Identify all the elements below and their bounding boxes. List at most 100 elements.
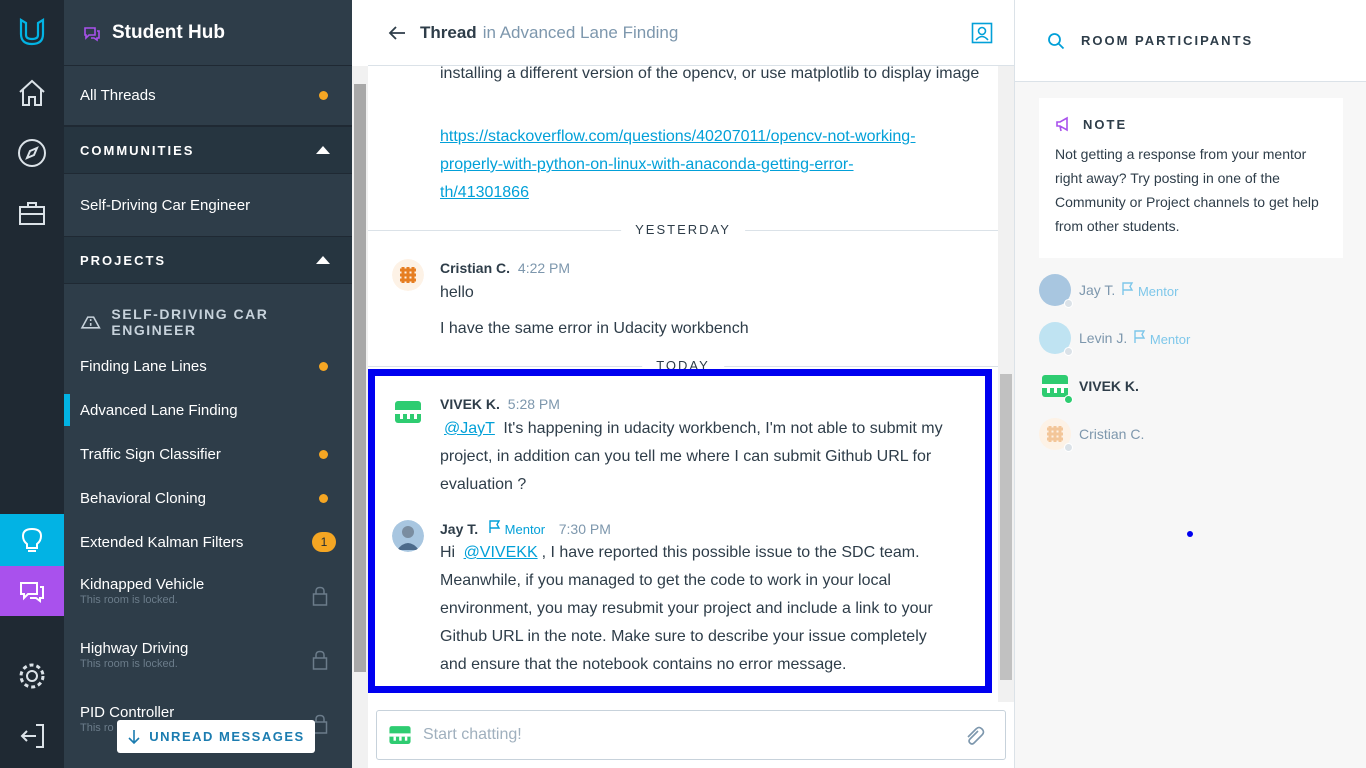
active-indicator bbox=[64, 394, 70, 426]
message-body: Hi @VIVEKK, I have reported this possibl… bbox=[440, 544, 933, 673]
arrow-down-icon bbox=[128, 729, 140, 744]
unread-dot bbox=[319, 493, 328, 503]
avatar bbox=[1039, 274, 1073, 308]
sidebar-header: Student Hub bbox=[64, 0, 352, 66]
mention-link[interactable]: @JayT bbox=[440, 420, 499, 437]
locked-note: This ro bbox=[80, 722, 114, 734]
date-separator: TODAY bbox=[368, 357, 998, 377]
unread-messages-button[interactable]: UNREAD MESSAGES bbox=[117, 720, 315, 753]
status-dot bbox=[1064, 299, 1073, 308]
participant-name: Levin J. bbox=[1079, 330, 1128, 346]
status-dot bbox=[1064, 395, 1073, 404]
scrollbar-thumb[interactable] bbox=[354, 84, 366, 672]
student-hub-icon bbox=[84, 26, 100, 41]
user-avatar-icon bbox=[389, 726, 411, 744]
chat-input[interactable] bbox=[423, 726, 943, 744]
message-text: I have the same error in Udacity workben… bbox=[440, 320, 749, 337]
gear-icon[interactable] bbox=[0, 646, 64, 706]
note-header: NOTE bbox=[1055, 116, 1327, 132]
participant-name: Jay T. bbox=[1079, 282, 1116, 298]
status-dot bbox=[1064, 347, 1073, 356]
sidebar-item-finding-lane-lines[interactable]: Finding Lane Lines bbox=[64, 344, 352, 388]
udacity-logo-icon[interactable] bbox=[0, 2, 64, 62]
sidebar-item-label: Self-Driving Car Engineer bbox=[80, 196, 251, 214]
mention-link[interactable]: @VIVEKK bbox=[460, 544, 542, 561]
lightbulb-icon[interactable] bbox=[0, 514, 64, 566]
scrollbar-thumb[interactable] bbox=[1000, 374, 1012, 680]
avatar[interactable] bbox=[392, 396, 424, 428]
caret-up-icon bbox=[316, 146, 330, 154]
timestamp: 7:30 PM bbox=[558, 521, 611, 537]
participant-name: VIVEK K. bbox=[1079, 378, 1139, 394]
thread-scrollbar[interactable] bbox=[998, 66, 1014, 702]
message-text: installing a different version of the op… bbox=[440, 66, 980, 82]
avatar bbox=[1039, 322, 1073, 356]
sidebar-item-label: All Threads bbox=[80, 87, 156, 104]
message-meta: VIVEK K. 5:28 PM bbox=[440, 396, 560, 412]
sidebar-item-highway-driving[interactable]: Highway Driving This room is locked. bbox=[64, 628, 352, 692]
sidebar: Student Hub All Threads COMMUNITIES Self… bbox=[64, 0, 352, 768]
avatar bbox=[1039, 418, 1073, 452]
communities-header[interactable]: COMMUNITIES bbox=[64, 126, 352, 174]
compass-icon[interactable] bbox=[0, 123, 64, 183]
message-meta: Cristian C. 4:22 PM bbox=[440, 260, 570, 276]
thread-header: Thread in Advanced Lane Finding bbox=[368, 0, 1014, 66]
flag-icon bbox=[1122, 281, 1134, 295]
note-body: Not getting a response from your mentor … bbox=[1055, 146, 1319, 234]
sidebar-item-traffic-sign-classifier[interactable]: Traffic Sign Classifier bbox=[64, 432, 352, 476]
date-separator: YESTERDAY bbox=[368, 221, 998, 241]
sidebar-item-advanced-lane-finding[interactable]: Advanced Lane Finding bbox=[64, 388, 352, 432]
logout-icon[interactable] bbox=[0, 706, 64, 766]
lock-icon bbox=[312, 586, 328, 606]
timestamp: 5:28 PM bbox=[507, 396, 560, 412]
sidebar-scrollbar[interactable] bbox=[352, 66, 368, 768]
flag-icon bbox=[1134, 329, 1146, 343]
thread-title: Thread bbox=[420, 22, 477, 42]
sidebar-item-all-threads[interactable]: All Threads bbox=[64, 66, 352, 126]
attachment-icon[interactable] bbox=[963, 725, 985, 747]
back-arrow-icon[interactable] bbox=[388, 25, 406, 41]
locked-note: This room is locked. bbox=[80, 594, 178, 606]
home-icon[interactable] bbox=[0, 63, 64, 123]
unread-dot bbox=[319, 91, 328, 100]
participants-panel: ROOM PARTICIPANTS NOTE Not getting a res… bbox=[1014, 0, 1366, 768]
sidebar-item-community[interactable]: Self-Driving Car Engineer bbox=[64, 174, 352, 236]
message-link[interactable]: https://stackoverflow.com/questions/4020… bbox=[440, 123, 916, 207]
avatar[interactable] bbox=[392, 520, 424, 552]
mentor-tag: Mentor bbox=[488, 520, 549, 537]
author-name[interactable]: Cristian C. bbox=[440, 260, 510, 276]
participant-item[interactable]: Levin J. Mentor bbox=[1039, 320, 1190, 356]
profile-icon[interactable] bbox=[971, 22, 993, 44]
icon-rail bbox=[0, 0, 64, 768]
sidebar-item-kidnapped-vehicle[interactable]: Kidnapped Vehicle This room is locked. bbox=[64, 564, 352, 628]
note-card: NOTE Not getting a response from your me… bbox=[1039, 98, 1343, 258]
participant-item[interactable]: Cristian C. bbox=[1039, 416, 1144, 452]
thread-room: in Advanced Lane Finding bbox=[482, 22, 679, 42]
app-title: Student Hub bbox=[112, 21, 225, 43]
unread-dot bbox=[319, 449, 328, 459]
flag-icon bbox=[489, 520, 501, 533]
projects-header[interactable]: PROJECTS bbox=[64, 236, 352, 284]
road-icon bbox=[80, 316, 101, 329]
avatar bbox=[1039, 370, 1073, 404]
megaphone-icon bbox=[1056, 116, 1068, 132]
message-body: @JayT It's happening in udacity workbenc… bbox=[440, 420, 943, 493]
message-text: hello bbox=[440, 284, 474, 301]
message-list: installing a different version of the op… bbox=[368, 66, 998, 696]
participant-item[interactable]: Jay T. Mentor bbox=[1039, 272, 1178, 308]
avatar[interactable] bbox=[392, 259, 424, 291]
locked-note: This room is locked. bbox=[80, 658, 178, 670]
briefcase-icon[interactable] bbox=[0, 183, 64, 243]
participant-name: Cristian C. bbox=[1079, 426, 1145, 442]
chat-icon[interactable] bbox=[0, 566, 64, 616]
status-dot bbox=[1064, 443, 1073, 452]
sidebar-item-behavioral-cloning[interactable]: Behavioral Cloning bbox=[64, 476, 352, 520]
unread-count-badge: 1 bbox=[312, 532, 336, 552]
sidebar-item-extended-kalman-filters[interactable]: Extended Kalman Filters 1 bbox=[64, 520, 352, 564]
author-name[interactable]: VIVEK K. bbox=[440, 396, 500, 412]
mentor-tag: Mentor bbox=[1121, 281, 1178, 299]
author-name[interactable]: Jay T. bbox=[440, 521, 478, 537]
caret-up-icon bbox=[316, 256, 330, 264]
participant-item[interactable]: VIVEK K. bbox=[1039, 368, 1139, 404]
search-icon[interactable] bbox=[1047, 32, 1065, 50]
